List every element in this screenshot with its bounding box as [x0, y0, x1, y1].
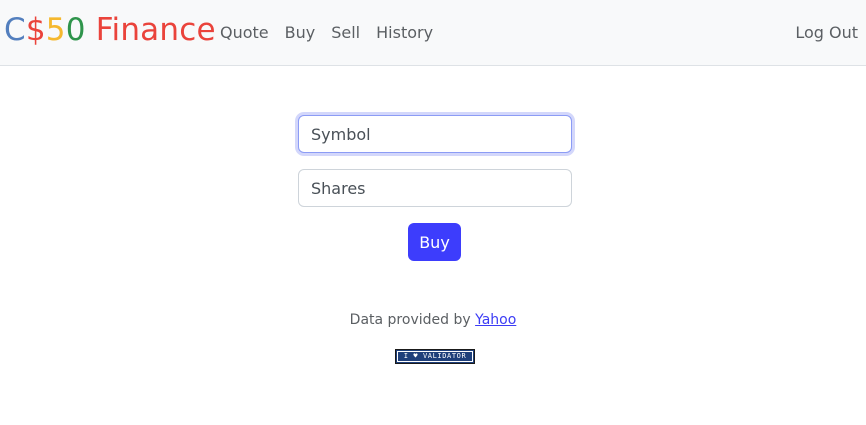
validator-badge[interactable]: I ♥ VALIDATOR — [395, 349, 475, 364]
nav-links: Quote Buy Sell History — [220, 21, 449, 45]
brand-word-finance: Finance — [85, 12, 216, 48]
logout-link[interactable]: Log Out — [795, 21, 858, 45]
symbol-input[interactable] — [298, 115, 572, 153]
brand-letter-c: C — [4, 12, 26, 48]
nav-item-quote[interactable]: Quote — [220, 21, 269, 45]
buy-button[interactable]: Buy — [408, 223, 461, 261]
brand-logo-link[interactable]: C$50 Finance — [4, 10, 216, 50]
nav-item-buy[interactable]: Buy — [285, 21, 316, 45]
shares-input[interactable] — [298, 169, 572, 207]
yahoo-link[interactable]: Yahoo — [475, 312, 516, 328]
data-attribution: Data provided by Yahoo — [0, 310, 866, 330]
brand-letter-0: 0 — [65, 12, 86, 48]
brand-letter-5: 5 — [45, 12, 66, 48]
attribution-prefix: Data provided by — [349, 312, 476, 328]
brand-letter-dollar: $ — [25, 12, 46, 48]
nav-item-sell[interactable]: Sell — [331, 21, 360, 45]
nav-item-history[interactable]: History — [376, 21, 433, 45]
navbar: C$50 Finance Quote Buy Sell History Log … — [0, 0, 866, 66]
